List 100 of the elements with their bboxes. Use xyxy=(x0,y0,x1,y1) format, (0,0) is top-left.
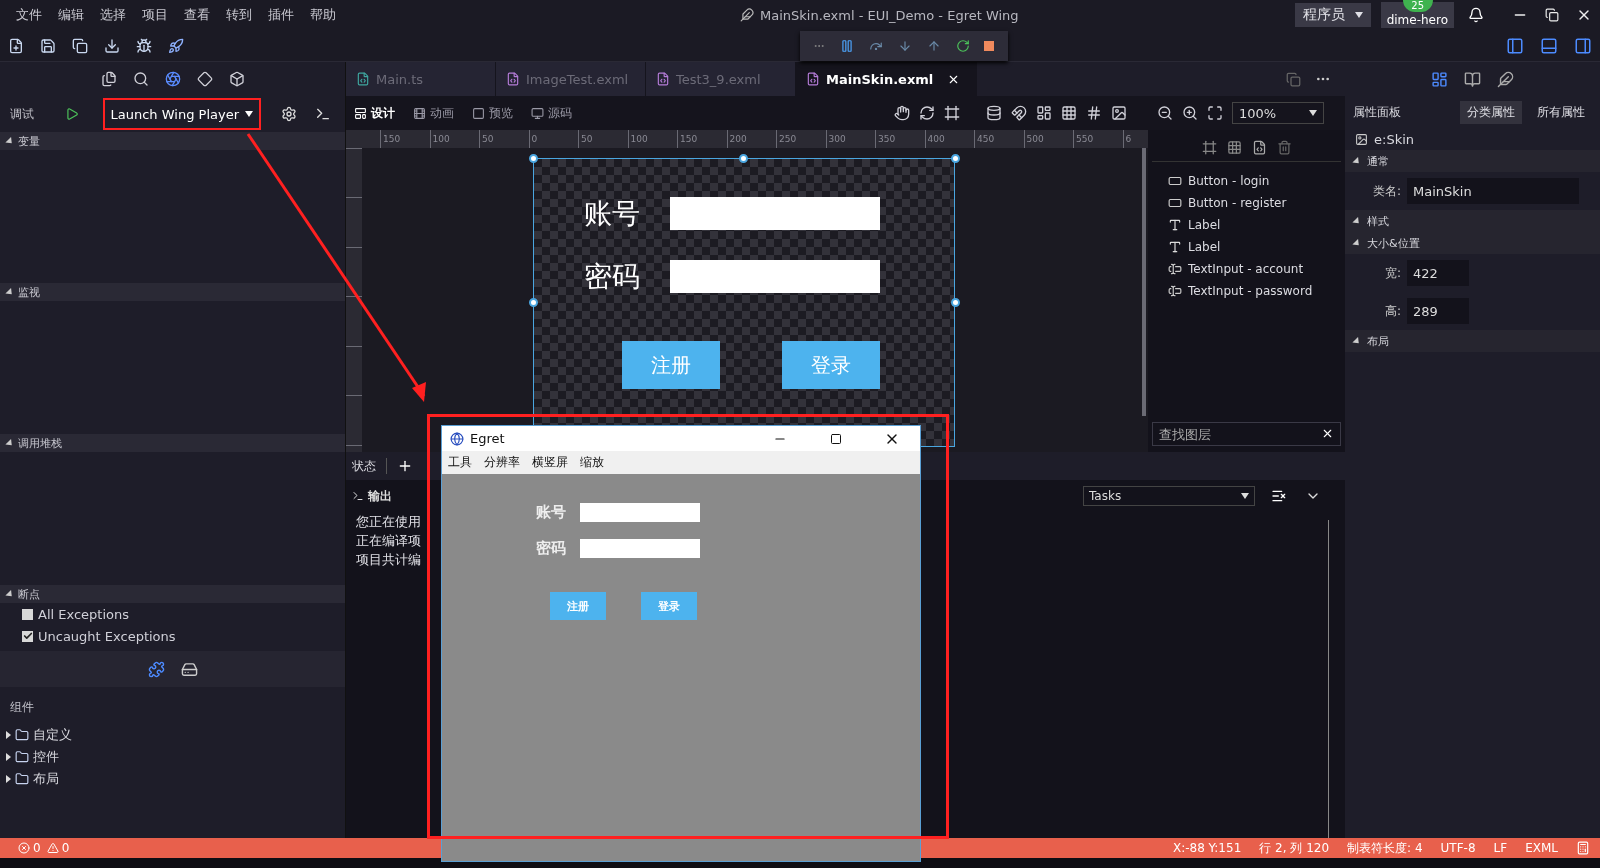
section-header[interactable]: 变量 xyxy=(0,132,345,150)
new-file-icon[interactable] xyxy=(8,37,24,54)
view-tab[interactable]: 设计 xyxy=(354,104,395,122)
hand-icon[interactable] xyxy=(894,105,910,121)
input-field[interactable]: 289 xyxy=(1407,298,1469,324)
group-icon[interactable] xyxy=(1201,140,1217,155)
restore-icon[interactable] xyxy=(1545,8,1559,22)
layer-item[interactable]: Label xyxy=(1152,236,1341,258)
rocket-icon[interactable] xyxy=(168,37,184,54)
feather-icon[interactable] xyxy=(1497,70,1514,88)
group-header[interactable]: 通常 xyxy=(1345,150,1600,172)
resize-handle[interactable] xyxy=(951,154,960,163)
files-icon[interactable] xyxy=(100,71,117,87)
left-panel-icon[interactable] xyxy=(1506,36,1524,55)
menu-item[interactable]: 编辑 xyxy=(50,6,92,24)
menu-item[interactable]: 选择 xyxy=(92,6,134,24)
view-tab[interactable]: 动画 xyxy=(413,104,454,122)
view-tab[interactable]: 预览 xyxy=(472,104,513,122)
right-panel-icon[interactable] xyxy=(1574,36,1592,55)
clear-list-icon[interactable] xyxy=(1271,488,1287,504)
property-tab[interactable]: 所有属性 xyxy=(1530,100,1592,124)
group-header[interactable]: 样式 xyxy=(1345,210,1600,232)
pause-icon[interactable] xyxy=(840,39,855,53)
step-out-icon[interactable] xyxy=(926,39,941,53)
tree-item[interactable]: 布局 xyxy=(0,768,345,790)
role-dropdown[interactable]: 程序员 xyxy=(1294,3,1371,27)
checkbox[interactable] xyxy=(22,608,33,620)
console-icon[interactable] xyxy=(315,106,331,122)
drive-icon[interactable] xyxy=(180,660,198,678)
group-header[interactable]: 布局 xyxy=(1345,330,1600,352)
restart-icon[interactable] xyxy=(955,39,970,53)
grid-icon[interactable] xyxy=(1061,105,1077,121)
menu-item[interactable]: 插件 xyxy=(260,6,302,24)
puzzle-icon[interactable] xyxy=(147,660,165,678)
zoom-in-icon[interactable] xyxy=(1182,105,1198,121)
stop-icon[interactable] xyxy=(984,41,995,51)
hash-icon[interactable] xyxy=(1086,105,1102,121)
save-icon[interactable] xyxy=(40,37,56,54)
menu-item[interactable]: 查看 xyxy=(176,6,218,24)
code-file-icon[interactable] xyxy=(1251,140,1267,155)
calculator-icon[interactable] xyxy=(1576,841,1590,855)
scrollbar[interactable] xyxy=(1142,148,1146,416)
resize-handle[interactable] xyxy=(529,298,538,307)
input-field[interactable] xyxy=(670,197,880,230)
download-icon[interactable] xyxy=(104,37,120,54)
clear-icon[interactable] xyxy=(1321,427,1334,440)
layer-item[interactable]: TextInput - password xyxy=(1152,280,1341,302)
search-icon[interactable] xyxy=(132,71,149,87)
ungroup-icon[interactable] xyxy=(1226,140,1242,155)
database-icon[interactable] xyxy=(986,105,1002,121)
book-icon[interactable] xyxy=(1464,70,1481,88)
view-tab[interactable]: 源码 xyxy=(531,104,572,122)
search-field[interactable]: 查找图层 xyxy=(1152,422,1341,446)
skin-canvas[interactable]: 账号 密码 注册 登录 xyxy=(533,158,955,447)
bottom-panel-icon[interactable] xyxy=(1540,36,1558,55)
section-header[interactable]: 监视 xyxy=(0,283,345,301)
group-header[interactable]: 大小&位置 xyxy=(1345,232,1600,254)
menu-item[interactable]: 横竖屏 xyxy=(532,454,568,471)
image-icon[interactable] xyxy=(1111,105,1127,121)
menu-item[interactable]: 帮助 xyxy=(302,6,344,24)
input-field[interactable] xyxy=(580,538,700,558)
menu-item[interactable]: 分辨率 xyxy=(484,454,520,471)
resize-handle[interactable] xyxy=(951,298,960,307)
property-tab[interactable]: 分类属性 xyxy=(1460,100,1522,124)
fit-icon[interactable] xyxy=(1207,105,1223,121)
editor-tab[interactable]: MainSkin.exml xyxy=(796,62,978,96)
tasks-dropdown[interactable]: Tasks xyxy=(1083,486,1255,506)
step-into-icon[interactable] xyxy=(897,39,912,53)
zoom-out-icon[interactable] xyxy=(1157,105,1173,121)
bug-icon[interactable] xyxy=(136,37,152,54)
tree-item[interactable]: 自定义 xyxy=(0,724,345,746)
menu-item[interactable]: 缩放 xyxy=(580,454,604,471)
menu-item[interactable]: 项目 xyxy=(134,6,176,24)
delete-icon[interactable] xyxy=(1276,140,1292,155)
resize-handle[interactable] xyxy=(529,154,538,163)
magnet-icon[interactable] xyxy=(1011,105,1027,121)
menu-item[interactable]: 文件 xyxy=(8,6,50,24)
checkbox[interactable] xyxy=(22,630,33,642)
section-header[interactable]: 调用堆栈 xyxy=(0,434,345,452)
resize-handle[interactable] xyxy=(739,154,748,163)
input-field[interactable]: MainSkin xyxy=(1407,178,1579,204)
tree-item[interactable]: 控件 xyxy=(0,746,345,768)
bell-icon[interactable] xyxy=(1468,7,1484,23)
menu-item[interactable]: 工具 xyxy=(448,454,472,471)
layer-item[interactable]: Button - register xyxy=(1152,192,1341,214)
menu-item[interactable]: 转到 xyxy=(218,6,260,24)
layer-item[interactable]: TextInput - account xyxy=(1152,258,1341,280)
layer-item[interactable]: Button - login xyxy=(1152,170,1341,192)
input-field[interactable] xyxy=(670,260,880,293)
add-icon[interactable] xyxy=(397,458,413,474)
input-field[interactable] xyxy=(580,502,700,522)
refresh-icon[interactable] xyxy=(919,105,935,121)
properties-icon[interactable] xyxy=(1431,70,1448,88)
frame-icon[interactable] xyxy=(944,105,960,121)
diamond-icon[interactable] xyxy=(196,71,213,87)
zoom-dropdown[interactable]: 100% xyxy=(1232,102,1324,124)
settings-icon[interactable] xyxy=(281,106,297,122)
output-tab[interactable]: 输出 xyxy=(352,487,392,505)
section-header[interactable]: 断点 xyxy=(0,585,345,603)
play-icon[interactable] xyxy=(65,107,80,121)
